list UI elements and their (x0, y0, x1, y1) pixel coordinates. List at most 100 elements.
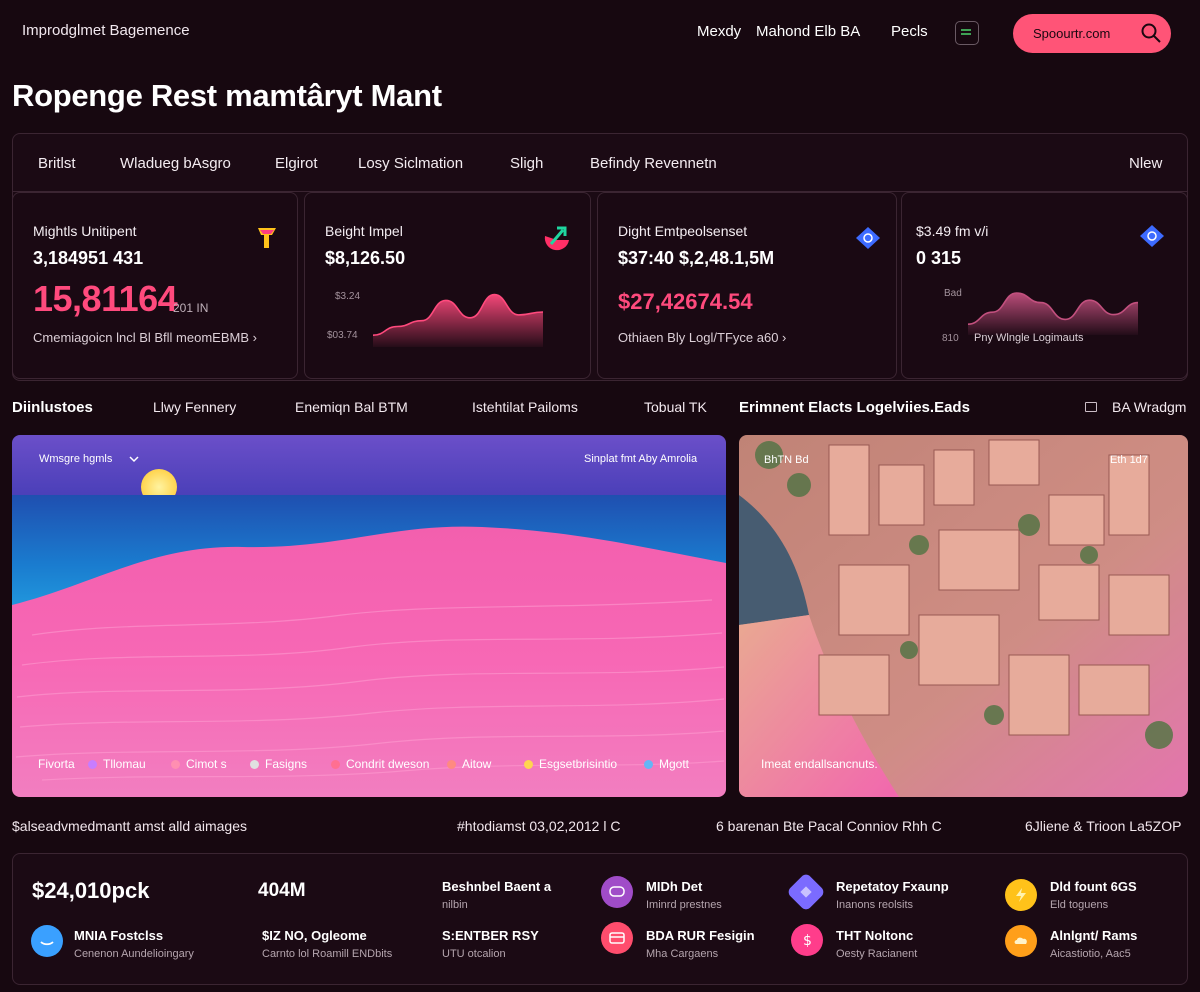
legend-item-3: Cimot s (171, 757, 227, 771)
list-icon (961, 29, 971, 35)
stat-sub: Aicastiotio, Aac5 (1050, 948, 1131, 960)
sparkline-chart (373, 293, 543, 347)
metric-foot[interactable]: Othiaen Bly Logl/TFyce a60 › (618, 330, 786, 345)
tag-icon (1140, 225, 1164, 247)
bottom-heading-2: #htodiamst 03,02,2012 l C (457, 818, 621, 834)
stat-title[interactable]: MIDh Det (646, 879, 702, 894)
metric-big-value: 15,81164 (33, 278, 178, 319)
stat-sub: Inanons reolsits (836, 899, 914, 911)
ocean-illustration (12, 435, 726, 797)
flag-icon (258, 228, 276, 248)
diamond-icon (800, 886, 812, 898)
stat-title[interactable]: Beshnbel Baent a (442, 879, 551, 894)
stat-sub: Mha Cargaens (646, 948, 719, 960)
stat-count: 404M (258, 880, 306, 901)
stat-title[interactable]: MNIA Fostclss (74, 928, 163, 943)
legend-item-4: Fasigns (250, 757, 307, 771)
legend-item-2: Tllomau (88, 757, 146, 771)
search-label: Spoourtr.com (1033, 26, 1111, 41)
metric-big-value: $27,42674.54 (618, 289, 753, 314)
top-bar: Improdglmet Bagemence Mexdy Mahond Elb B… (0, 0, 1200, 64)
section-right-label[interactable]: BA Wradgm (1112, 399, 1186, 415)
metric-foot[interactable]: Cmemiagoicn lncl Bl Bfll meomEBMB › (33, 330, 257, 345)
cloud-icon (1014, 937, 1027, 944)
stat-title[interactable]: S:ENTBER RSY (442, 928, 539, 943)
city-illustration (739, 435, 1188, 797)
stat-sub: UTU otcalion (442, 948, 506, 960)
stat-title[interactable]: Repetatoy Fxaunp (836, 879, 949, 894)
section-tab-1[interactable]: Diinlustoes (12, 399, 93, 416)
list-toggle-button[interactable] (955, 21, 979, 45)
metric-value: $37:40 $,2,48.1,5M (618, 248, 775, 268)
bottom-heading-4: 6Jliene & Trioon La5ZOP (1025, 818, 1182, 834)
city-image[interactable]: BhTN Bd Eth 1d7 Imeat endallsancnuts. (739, 435, 1188, 797)
stat-title[interactable]: Dld fount 6GS (1050, 879, 1137, 894)
metric-title: $3.49 fm v/i (916, 223, 989, 239)
metric-title: Mightls Unitipent (33, 223, 137, 239)
section-tab-6[interactable]: Erimnent Elacts Logelviies.Eads (739, 399, 970, 416)
image-caption: Imeat endallsancnuts. (761, 757, 878, 771)
page-title: Ropenge Rest mamtâryt Mant (12, 78, 442, 113)
metric-value: 3,184951 431 (33, 248, 144, 268)
image-legend: Fivorta Tllomau Cimot s Fasigns Condrit … (38, 757, 726, 773)
nav-item-2[interactable]: Mahond Elb BA (756, 23, 860, 40)
stat-sub: Cenenon Aundelioingary (74, 948, 194, 960)
chevron-down-icon[interactable] (129, 455, 139, 463)
stat-icon-2 (601, 876, 633, 908)
spark-axis-top: Bad (944, 288, 962, 299)
stat-total: $24,010pck (32, 878, 150, 903)
tab-new[interactable]: Nlew (1129, 155, 1162, 172)
tab-5[interactable]: Sligh (510, 155, 543, 172)
stat-icon-7 (1005, 925, 1037, 957)
search-button[interactable]: Spoourtr.com (1013, 14, 1171, 53)
stat-sub: Oesty Racianent (836, 948, 918, 960)
image-location-label: Sinplat fmt Aby Amrolia (584, 453, 698, 465)
grid-view-icon[interactable] (1085, 402, 1097, 412)
stat-title[interactable]: BDA RUR Fesigin (646, 928, 755, 943)
message-icon (609, 886, 625, 897)
section-tab-4[interactable]: Istehtilat Pailoms (472, 399, 578, 415)
section-tab-3[interactable]: Enemiqn Bal BTM (295, 399, 408, 415)
tab-2[interactable]: Wladueg bAsgro (120, 155, 231, 172)
metric-title: Beight Impel (325, 223, 403, 239)
tab-1[interactable]: Britlst (38, 155, 76, 172)
sparkline-area (373, 294, 543, 347)
image-dropdown-label[interactable]: Wmsgre hgmls (39, 453, 112, 465)
nav-item-3[interactable]: Pecls (891, 23, 928, 40)
tab-3[interactable]: Elgirot (275, 155, 318, 172)
nav-item-1[interactable]: Mexdy (697, 23, 741, 40)
legend-item-8: Mgott (644, 757, 689, 771)
section-tab-2[interactable]: Llwy Fennery (153, 399, 236, 415)
bolt-icon (1016, 888, 1026, 902)
stat-sub: Iminrd prestnes (646, 899, 722, 911)
stat-title[interactable]: $IZ NO, Ogleome (262, 928, 367, 943)
tab-4[interactable]: Losy Siclmation (358, 155, 463, 172)
metric-card-3[interactable]: Dight Emtpeolsenset $37:40 $,2,48.1,5M $… (597, 192, 897, 379)
stat-title[interactable]: Alnlgnt/ Rams (1050, 928, 1137, 943)
card-icon (609, 932, 625, 944)
svg-text:$: $ (803, 933, 812, 948)
metric-card-1[interactable]: Mightls Unitipent 3,184951 431 15,81164 … (12, 192, 298, 379)
chart-arrow-icon (544, 226, 569, 251)
stat-icon-5: $ (791, 924, 823, 956)
spark-axis-bottom: 810 (942, 333, 959, 344)
tag-icon (856, 227, 880, 249)
metric-card-4[interactable]: $3.49 fm v/i 0 315 Bad 810 Pny Wlngle Lo… (901, 192, 1188, 379)
ocean-image[interactable]: Wmsgre hgmls Sinplat fmt Aby Amrolia Fiv… (12, 435, 726, 797)
summary-panel (12, 853, 1188, 985)
bottom-heading-3: 6 barenan Bte Pacal Conniov Rhh C (716, 818, 942, 834)
brand-name[interactable]: Improdglmet Bagemence (22, 22, 190, 39)
bottom-heading-1: $alseadvmedmantt amst alld aimages (12, 818, 248, 834)
legend-item-6: Aitow (447, 757, 491, 771)
stat-title[interactable]: THT Noltonc (836, 928, 913, 943)
metric-card-2[interactable]: Beight Impel $8,126.50 $3.24 $03.74 (304, 192, 591, 379)
dollar-icon: $ (803, 933, 812, 948)
section-tab-5[interactable]: Tobual TK (644, 399, 707, 415)
stat-sub: nilbin (442, 899, 468, 911)
tab-bar: Britlst Wladueg bAsgro Elgirot Losy Sicl… (13, 134, 1187, 192)
image-corner-label-left: BhTN Bd (764, 454, 809, 466)
tab-6[interactable]: Befindy Revennetn (590, 155, 717, 172)
search-icon (1141, 23, 1161, 43)
metric-suffix: 201 IN (173, 301, 209, 315)
stat-sub: Eld toguens (1050, 899, 1109, 911)
